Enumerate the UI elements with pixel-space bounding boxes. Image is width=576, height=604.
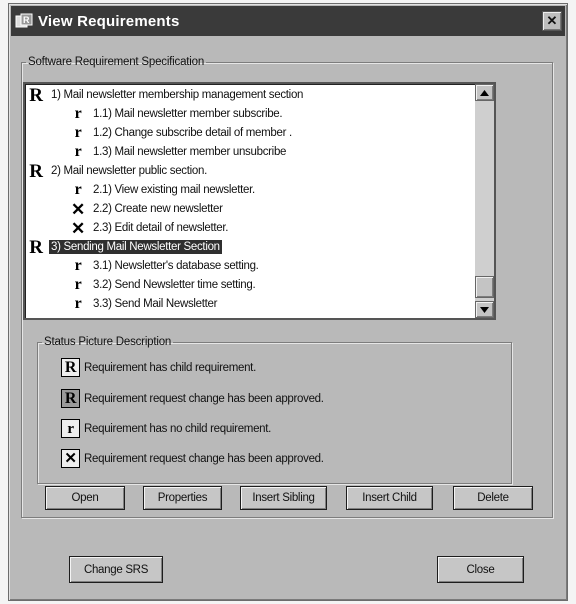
tree-item-label: 1.1) Mail newsletter member subscribe. <box>93 108 283 120</box>
approved-change-icon: ✕ <box>71 199 85 219</box>
parent-requirement-icon: R <box>29 84 43 106</box>
tree-vertical-scrollbar[interactable] <box>475 84 494 318</box>
properties-button[interactable]: Properties <box>143 486 222 510</box>
tree-item-label: 1.2) Change subscribe detail of member . <box>93 127 292 139</box>
tree-item-label: 2.1) View existing mail newsletter. <box>93 184 255 196</box>
status-legend-text: Requirement request change has been appr… <box>84 452 324 465</box>
tree-item-label: 2.2) Create new newsletter <box>93 203 223 215</box>
window-title: View Requirements <box>38 12 180 30</box>
leaf-requirement-icon: r <box>74 257 82 274</box>
tree-item[interactable]: r 3.2) Send Newsletter time setting. <box>68 275 257 295</box>
status-legend-text: Requirement has child requirement. <box>84 361 256 374</box>
tree-item-label: 3.3) Send Mail Newsletter <box>93 298 218 310</box>
approved-change-icon: ✕ <box>61 449 80 468</box>
change-srs-button[interactable]: Change SRS <box>69 556 163 583</box>
approved-change-icon: ✕ <box>71 218 85 238</box>
leaf-requirement-icon: r <box>74 295 82 312</box>
tree-item[interactable]: r 3.3) Send Mail Newsletter <box>68 294 219 314</box>
app-icon: R <box>14 12 34 30</box>
status-legend-item: R Requirement has child requirement. <box>61 358 256 377</box>
tree-item[interactable]: R 2) Mail newsletter public section. <box>26 161 209 181</box>
tree-item[interactable]: r 1.2) Change subscribe detail of member … <box>68 123 294 143</box>
tree-item-label: 3.2) Send Newsletter time setting. <box>93 279 256 291</box>
tree-item[interactable]: r 2.1) View existing mail newsletter. <box>68 180 257 200</box>
tree-item[interactable]: r 1.1) Mail newsletter member subscribe. <box>68 104 284 124</box>
open-button[interactable]: Open <box>45 486 125 510</box>
tree-item-label: 2.3) Edit detail of newsletter. <box>93 222 229 234</box>
close-window-button[interactable]: ✕ <box>542 11 562 31</box>
status-legend-item: ✕ Requirement request change has been app… <box>61 449 324 468</box>
tree-item-label: 3.1) Newsletter's database setting. <box>93 260 259 272</box>
tree-item[interactable]: ✕ 2.3) Edit detail of newsletter. <box>68 218 230 238</box>
scroll-thumb[interactable] <box>475 276 494 298</box>
leaf-requirement-icon: r <box>74 181 82 198</box>
title-bar[interactable]: R View Requirements ✕ <box>11 6 565 36</box>
tree-items: R 1) Mail newsletter membership managemen… <box>25 84 474 318</box>
parent-requirement-icon: R <box>29 236 43 258</box>
tree-item[interactable]: R 3) Sending Mail Newsletter Section <box>26 237 222 257</box>
tree-item-label: 3) Sending Mail Newsletter Section <box>49 240 222 254</box>
insert-child-button[interactable]: Insert Child <box>346 486 433 510</box>
svg-text:R: R <box>23 15 30 25</box>
parent-requirement-icon: R <box>29 160 43 182</box>
status-legend-item: R Requirement request change has been app… <box>61 389 324 408</box>
arrow-down-icon <box>480 306 489 313</box>
status-legend-item: r Requirement has no child requirement. <box>61 419 271 438</box>
parent-requirement-icon: R <box>61 358 80 377</box>
delete-button[interactable]: Delete <box>453 486 533 510</box>
tree-item-label: 1) Mail newsletter membership management… <box>51 89 304 101</box>
requirements-tree[interactable]: R 1) Mail newsletter membership managemen… <box>23 82 496 320</box>
status-legend-text: Requirement request change has been appr… <box>84 392 324 405</box>
insert-sibling-button[interactable]: Insert Sibling <box>240 486 327 510</box>
scroll-down-button[interactable] <box>475 301 494 318</box>
tree-item[interactable]: ✕ 2.2) Create new newsletter <box>68 199 225 219</box>
tree-item[interactable]: r 1.3) Mail newsletter member unsubcribe <box>68 142 288 162</box>
approved-parent-requirement-icon: R <box>61 389 80 408</box>
leaf-requirement-icon: r <box>74 124 82 141</box>
tree-item[interactable]: r 3.1) Newsletter's database setting. <box>68 256 261 276</box>
leaf-requirement-icon: r <box>61 419 80 438</box>
close-icon: ✕ <box>546 13 558 28</box>
arrow-up-icon <box>480 89 489 96</box>
tree-item-label: 1.3) Mail newsletter member unsubcribe <box>93 146 287 158</box>
status-group-legend: Status Picture Description <box>44 336 172 348</box>
status-legend-text: Requirement has no child requirement. <box>84 422 272 435</box>
tree-item[interactable]: R 1) Mail newsletter membership managemen… <box>26 85 305 105</box>
leaf-requirement-icon: r <box>74 143 82 160</box>
scroll-up-button[interactable] <box>475 84 494 101</box>
leaf-requirement-icon: r <box>74 276 82 293</box>
leaf-requirement-icon: r <box>74 105 82 122</box>
close-button[interactable]: Close <box>437 556 524 583</box>
tree-item-label: 2) Mail newsletter public section. <box>51 165 207 177</box>
srs-group-legend: Software Requirement Specification <box>28 56 205 68</box>
